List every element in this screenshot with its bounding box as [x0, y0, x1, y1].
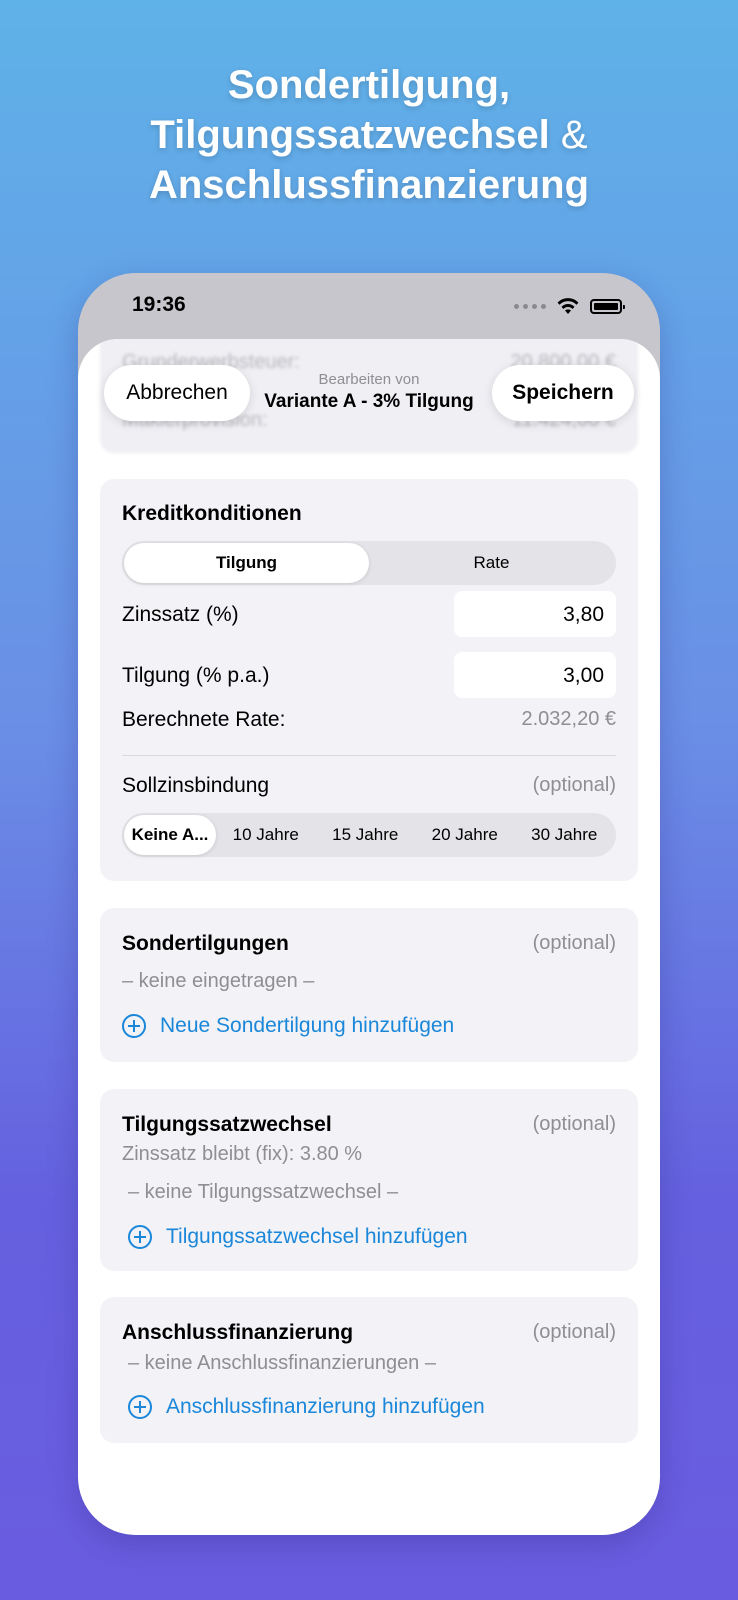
card-title: Kreditkonditionen: [122, 502, 302, 525]
repayment-change-card: Tilgungssatzwechsel (optional) Zinssatz …: [100, 1089, 638, 1271]
empty-state: – keine eingetragen –: [122, 970, 315, 992]
nav-subtitle: Bearbeiten von: [318, 371, 420, 388]
empty-state: – keine Tilgungssatzwechsel –: [128, 1181, 399, 1203]
optional-hint: (optional): [532, 1113, 616, 1135]
wifi-icon: [557, 298, 579, 314]
interest-rate-label: Zinssatz (%): [122, 603, 239, 626]
fixed-rate-info: Zinssatz bleibt (fix): 3.80 %: [122, 1143, 363, 1165]
divider: [122, 755, 616, 756]
fixed-rate-label: Sollzinsbindung: [122, 774, 270, 797]
credit-conditions-card: Kreditkonditionen Tilgung Rate Zinssatz …: [100, 479, 638, 881]
add-repayment-change-button[interactable]: Tilgungssatzwechsel hinzufügen: [128, 1225, 468, 1249]
nav-title: Variante A - 3% Tilgung: [264, 391, 474, 412]
headline-ampersand: &: [560, 113, 588, 157]
optional-hint: (optional): [532, 774, 616, 796]
segment-keine-angabe[interactable]: Keine A...: [124, 815, 216, 855]
add-link-label: Neue Sondertilgung hinzufügen: [160, 1014, 455, 1037]
save-button[interactable]: Speichern: [492, 365, 634, 421]
segment-tilgung[interactable]: Tilgung: [124, 543, 369, 583]
edit-sheet: Grunderwerbsteuer: 20.800,00 € Maklerpro…: [78, 339, 660, 1535]
optional-hint: (optional): [532, 1321, 616, 1343]
battery-icon: [590, 298, 625, 314]
segment-30-jahre[interactable]: 30 Jahre: [515, 815, 615, 855]
plus-circle-icon: [128, 1225, 152, 1249]
card-title: Sondertilgungen: [122, 932, 289, 955]
follow-up-financing-card: Anschlussfinanzierung (optional) – keine…: [100, 1297, 638, 1443]
repayment-field[interactable]: 3,00: [454, 652, 616, 698]
add-link-label: Tilgungssatzwechsel hinzufügen: [166, 1225, 468, 1248]
card-title: Tilgungssatzwechsel: [122, 1113, 332, 1136]
status-time: 19:36: [132, 293, 186, 316]
fixed-period-segmented-control: Keine A... 10 Jahre 15 Jahre 20 Jahre 30…: [122, 813, 616, 857]
phone-frame: 19:36 Grunderwerbsteuer: 20.800,00 € Mak…: [78, 273, 660, 1535]
promo-headline: Sondertilgung, Tilgungssatzwechsel & Ans…: [0, 60, 738, 210]
navigation-bar: Abbrechen Bearbeiten von Variante A - 3%…: [78, 361, 660, 427]
headline-line-1: Sondertilgung,: [227, 63, 511, 107]
segment-rate[interactable]: Rate: [369, 543, 614, 583]
mode-segmented-control: Tilgung Rate: [122, 541, 616, 585]
plus-circle-icon: [122, 1014, 146, 1038]
calculated-rate-label: Berechnete Rate:: [122, 708, 286, 731]
interest-rate-field[interactable]: 3,80: [454, 591, 616, 637]
empty-state: – keine Anschlussfinanzierungen –: [128, 1352, 436, 1374]
segment-20-jahre[interactable]: 20 Jahre: [415, 815, 515, 855]
calculated-rate-value: 2.032,20 €: [521, 708, 616, 730]
add-special-repayment-button[interactable]: Neue Sondertilgung hinzufügen: [122, 1014, 454, 1038]
optional-hint: (optional): [532, 932, 616, 954]
repayment-label: Tilgung (% p.a.): [122, 664, 270, 687]
headline-line-3: Anschlussfinanzierung: [148, 163, 590, 207]
headline-line-2: Tilgungssatzwechsel: [150, 113, 550, 157]
special-repayments-card: Sondertilgungen (optional) – keine einge…: [100, 908, 638, 1062]
add-link-label: Anschlussfinanzierung hinzufügen: [166, 1395, 485, 1418]
signal-icon: [514, 303, 546, 309]
plus-circle-icon: [128, 1395, 152, 1419]
cancel-button[interactable]: Abbrechen: [104, 365, 250, 421]
add-follow-up-financing-button[interactable]: Anschlussfinanzierung hinzufügen: [128, 1395, 485, 1419]
segment-15-jahre[interactable]: 15 Jahre: [316, 815, 416, 855]
segment-10-jahre[interactable]: 10 Jahre: [216, 815, 316, 855]
nav-title-block: Bearbeiten von Variante A - 3% Tilgung: [258, 371, 480, 415]
card-title: Anschlussfinanzierung: [122, 1321, 354, 1344]
status-bar: 19:36: [78, 273, 660, 335]
